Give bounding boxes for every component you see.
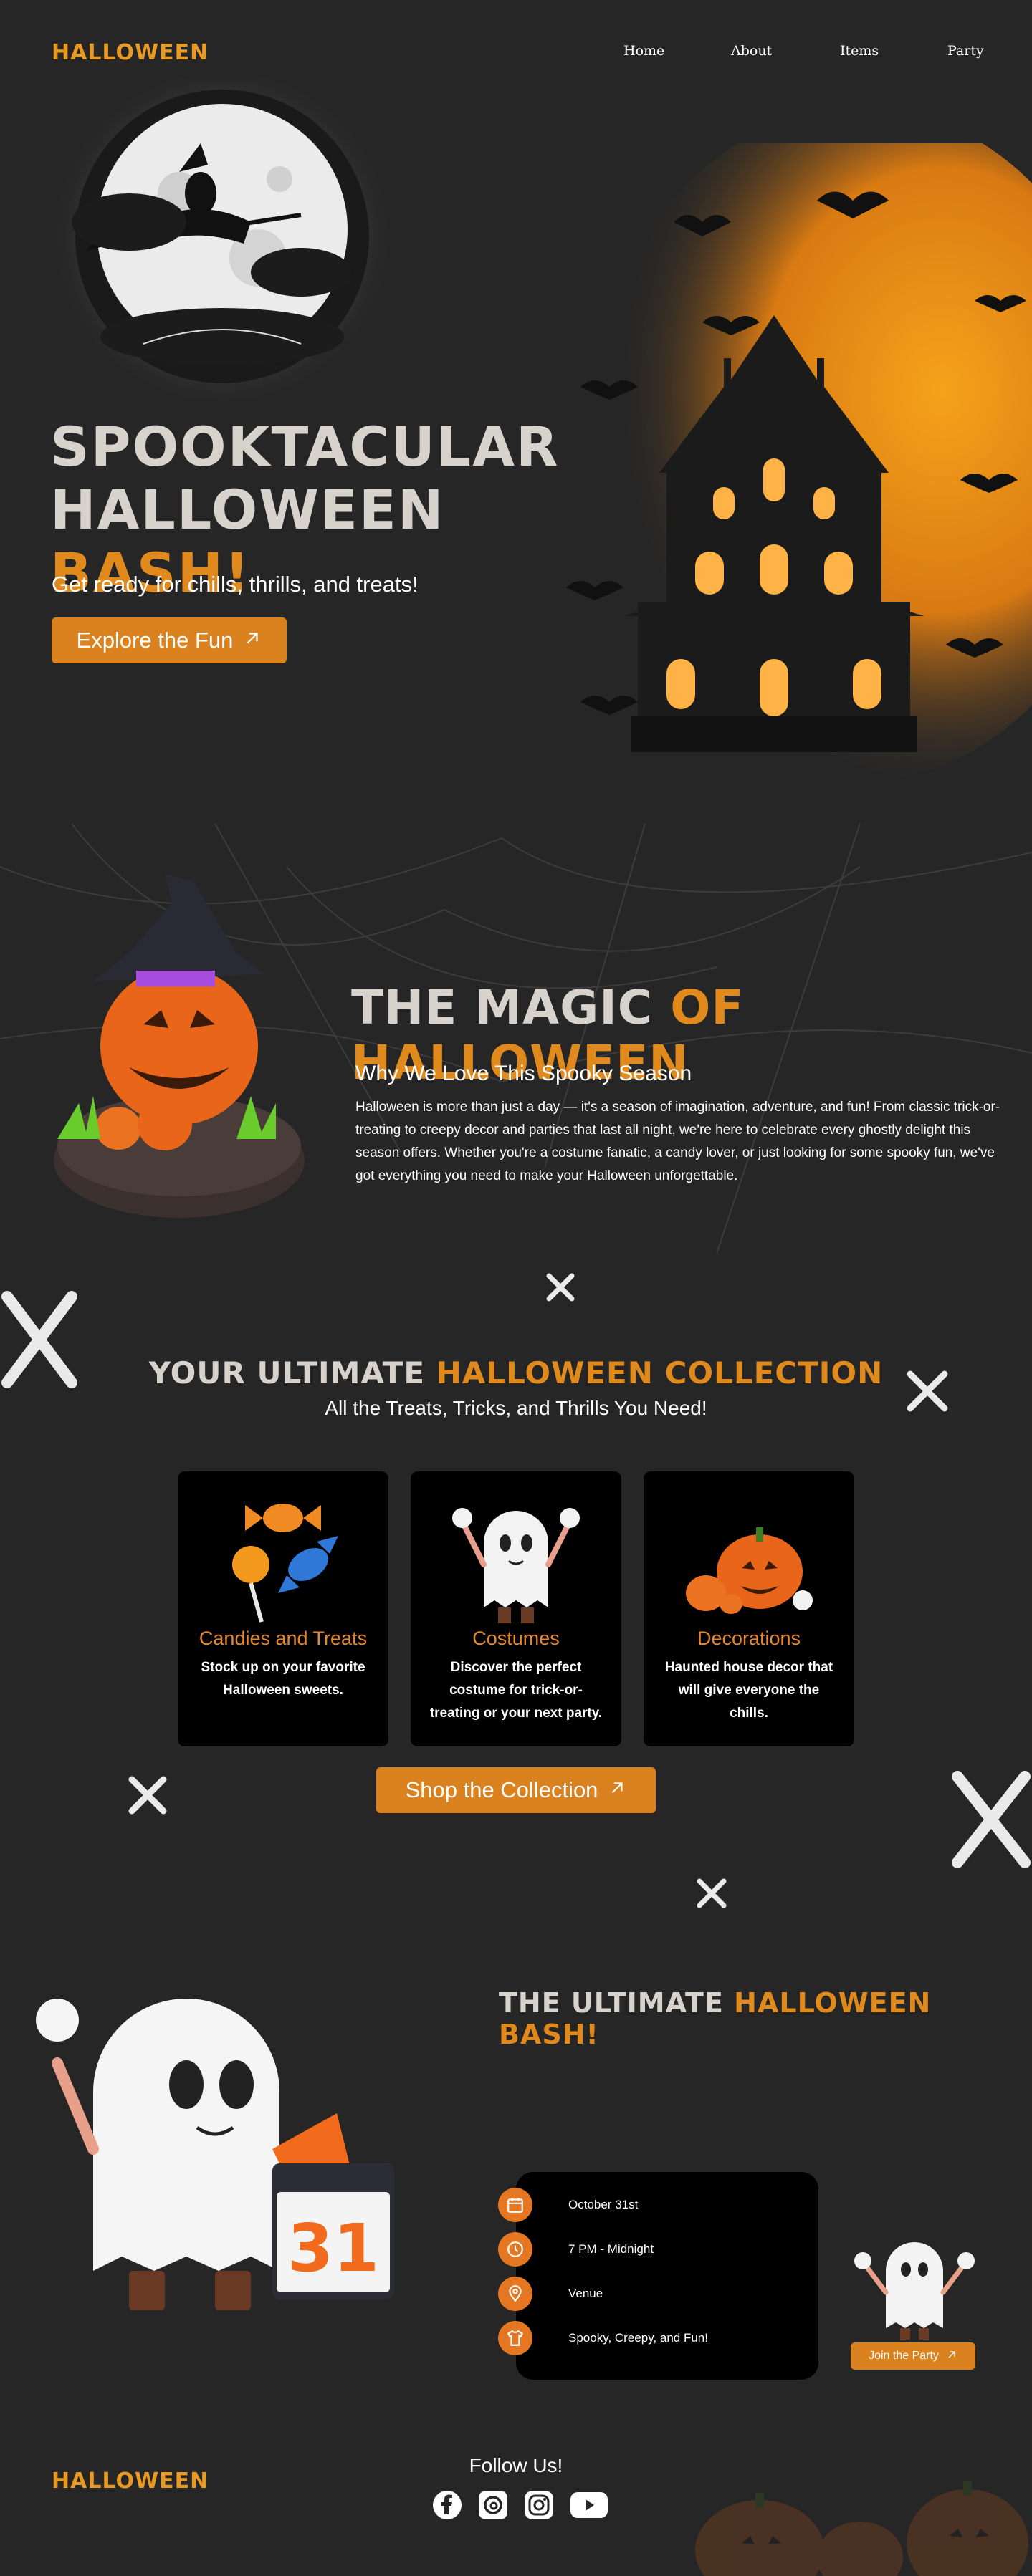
collection-card-decorations[interactable]: Decorations Haunted house decor that wil… — [644, 1471, 854, 1746]
shop-collection-label: Shop the Collection — [405, 1777, 598, 1802]
hero-subtitle: Get ready for chills, thrills, and treat… — [52, 572, 419, 597]
party-title: THE ULTIMATE HALLOWEEN BASH! — [499, 1987, 1015, 2050]
card-title: Decorations — [697, 1628, 801, 1649]
bone-icon — [950, 1769, 1032, 1873]
magic-title-a: THE MAGIC — [351, 980, 654, 1035]
bone-icon — [695, 1877, 728, 1913]
detail-row: Venue — [498, 2277, 603, 2311]
detail-text: October 31st — [568, 2198, 639, 2211]
detail-row: 7 PM - Midnight — [498, 2232, 654, 2267]
ghost-calendar-illustration: 31 — [36, 1934, 408, 2335]
nav-party[interactable]: Party — [947, 43, 984, 59]
hero-title-line1: SPOOKTACULAR — [50, 415, 560, 479]
arrow-up-right-icon — [946, 2349, 957, 2364]
nav-home[interactable]: Home — [624, 43, 664, 59]
party-details-list: October 31st 7 PM - Midnight Venue Spook… — [498, 2188, 821, 2374]
ghost-icon — [444, 1486, 588, 1633]
explore-button-label: Explore the Fun — [76, 628, 234, 653]
calendar-icon — [498, 2188, 532, 2222]
shirt-icon — [498, 2321, 532, 2355]
location-icon — [498, 2277, 532, 2311]
youtube-icon[interactable] — [569, 2489, 609, 2521]
collection-subtitle: All the Treats, Tricks, and Thrills You … — [325, 1397, 707, 1419]
join-party-label: Join the Party — [869, 2350, 939, 2362]
explore-button[interactable]: Explore the Fun — [52, 617, 287, 663]
bone-icon — [545, 1272, 576, 1307]
detail-text: Venue — [568, 2287, 603, 2300]
candy-icon — [211, 1486, 355, 1633]
site-logo[interactable]: HALLOWEEN — [52, 40, 209, 65]
small-ghost-illustration — [843, 2214, 986, 2346]
detail-text: Spooky, Creepy, and Fun! — [568, 2331, 708, 2345]
card-title: Candies and Treats — [199, 1628, 368, 1649]
moon-witch-illustration — [43, 64, 401, 408]
calendar-number: 31 — [287, 2210, 380, 2287]
magic-body: Halloween is more than just a day — it's… — [355, 1100, 1000, 1183]
pumpkin-witch-hat-illustration — [43, 874, 315, 1232]
detail-text: 7 PM - Midnight — [568, 2242, 654, 2256]
card-desc: Stock up on your favorite Halloween swee… — [201, 1660, 366, 1698]
collection-card-candies[interactable]: Candies and Treats Stock up on your favo… — [178, 1471, 388, 1746]
detail-row: October 31st — [498, 2188, 638, 2222]
collection-title-b: HALLOWEEN COLLECTION — [436, 1355, 884, 1390]
clock-icon — [498, 2232, 532, 2267]
detail-row: Spooky, Creepy, and Fun! — [498, 2321, 708, 2355]
collection-title: YOUR ULTIMATE HALLOWEEN COLLECTION — [0, 1355, 1032, 1390]
pumpkin-icon — [677, 1486, 821, 1633]
nav-about[interactable]: About — [731, 43, 772, 59]
instagram-icon[interactable] — [523, 2489, 555, 2521]
arrow-up-right-icon — [608, 1777, 626, 1803]
shop-collection-button[interactable]: Shop the Collection — [376, 1767, 656, 1813]
card-desc: Haunted house decor that will give every… — [664, 1660, 833, 1721]
facebook-icon[interactable] — [431, 2489, 463, 2521]
collection-card-costumes[interactable]: Costumes Discover the perfect costume fo… — [411, 1471, 621, 1746]
arrow-up-right-icon — [243, 628, 262, 653]
nav-items[interactable]: Items — [840, 43, 879, 59]
collection-title-a: YOUR ULTIMATE — [148, 1355, 426, 1390]
card-desc: Discover the perfect costume for trick-o… — [429, 1660, 603, 1721]
footer-pumpkins-illustration — [681, 2450, 1032, 2576]
bone-icon — [126, 1774, 169, 1820]
magic-subtitle: Why We Love This Spooky Season — [355, 1062, 692, 1085]
threads-icon[interactable] — [477, 2489, 509, 2521]
hero-title-line2-a: HALLOWEEN — [50, 478, 445, 542]
party-title-a: THE ULTIMATE — [499, 1987, 724, 2019]
card-title: Costumes — [472, 1628, 560, 1649]
join-party-button[interactable]: Join the Party — [851, 2342, 975, 2370]
